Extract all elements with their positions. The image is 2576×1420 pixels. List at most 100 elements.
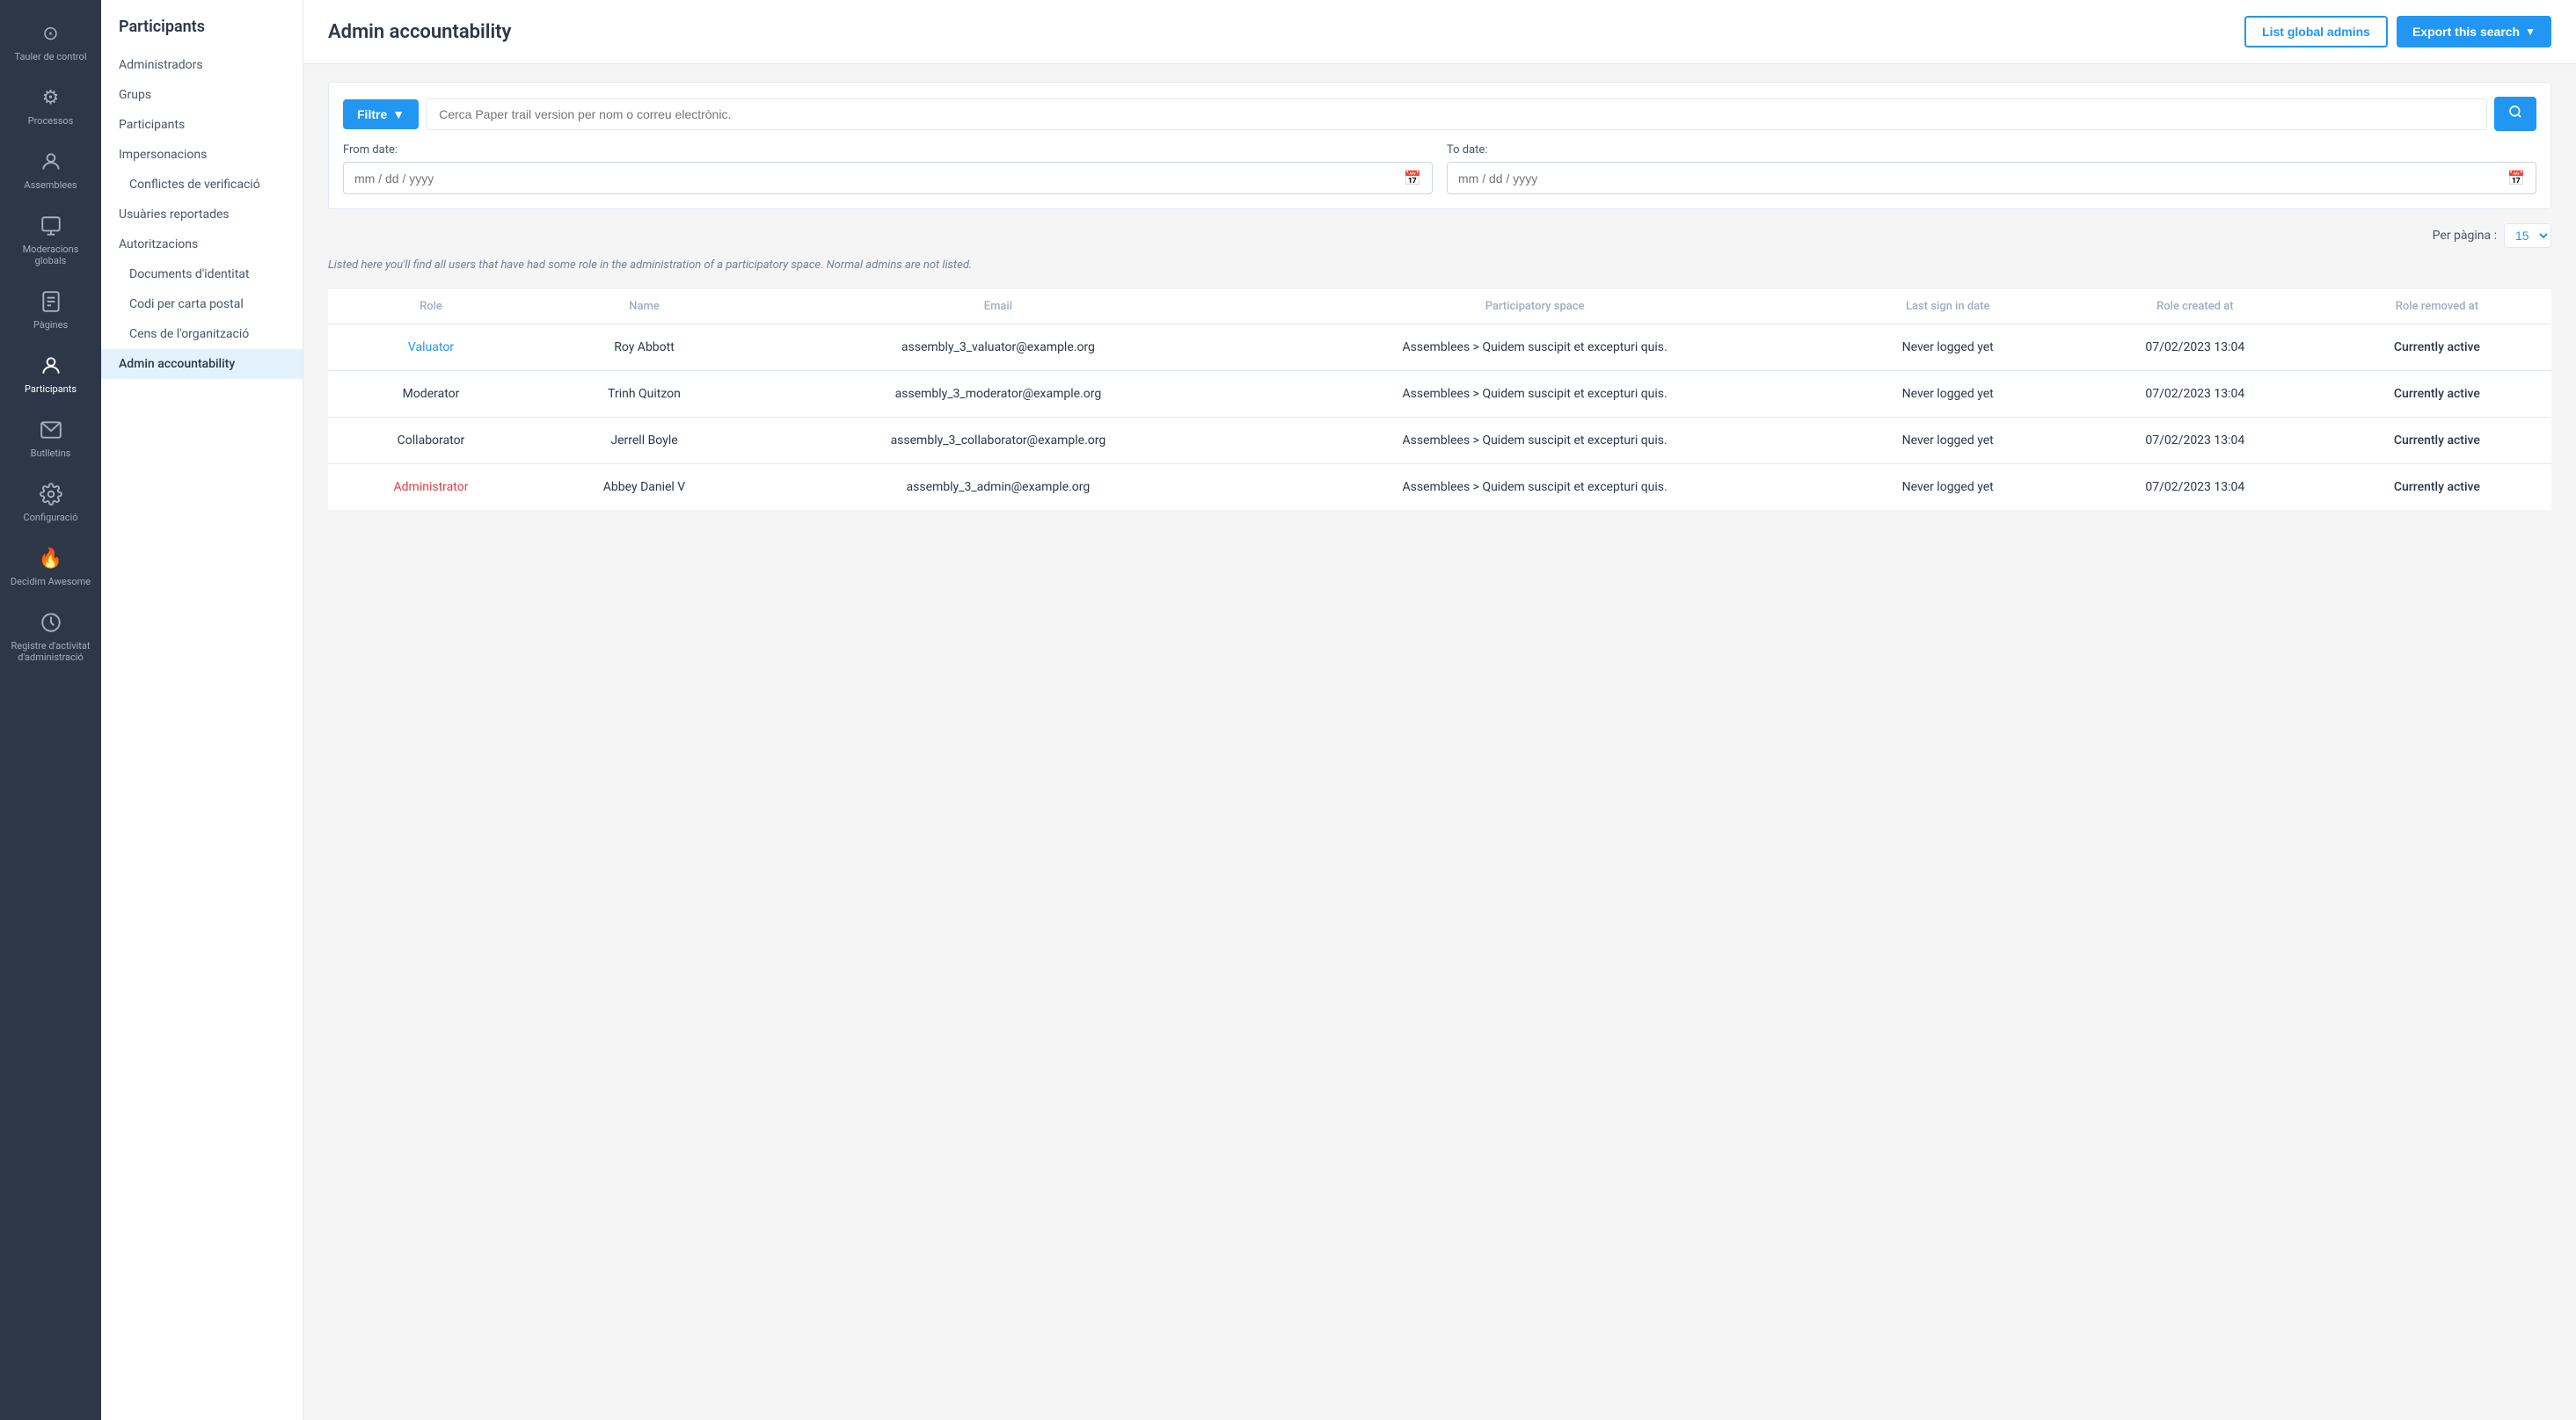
col-header-last-sign: Last sign in date [1828, 289, 2068, 324]
sidebar-item-configuracio[interactable]: Configuració [0, 470, 101, 534]
search-input[interactable] [426, 98, 2487, 130]
role-link[interactable]: Valuator [408, 340, 454, 354]
cell-last-sign-in: Never logged yet [1828, 464, 2068, 511]
cell-space: Assemblees > Quidem suscipit et exceptur… [1242, 371, 1828, 418]
nav-item-documents[interactable]: Documents d'identitat [101, 259, 303, 289]
sidebar-item-registre[interactable]: Registre d'activitat d'administració [0, 598, 101, 674]
page-title: Admin accountability [328, 21, 511, 43]
sidebar-item-decidim[interactable]: 🔥 Decidim Awesome [0, 534, 101, 598]
sidebar-item-label: Configuració [23, 512, 77, 523]
cell-role: Collaborator [328, 418, 534, 464]
sidebar-item-label: Tauler de control [14, 51, 86, 62]
col-header-role: Role [328, 289, 534, 324]
from-date-calendar-icon[interactable]: 📅 [1404, 170, 1421, 186]
cell-role-created: 07/02/2023 13:04 [2068, 464, 2323, 511]
from-date-input[interactable] [354, 171, 1404, 186]
participants-icon [37, 352, 65, 380]
cell-role-created: 07/02/2023 13:04 [2068, 418, 2323, 464]
nav-item-conflictes[interactable]: Conflictes de verificació [101, 170, 303, 200]
pagines-icon [37, 288, 65, 316]
sidebar-item-label: Assemblees [24, 179, 77, 191]
left-nav: Participants Administradors Grups Partic… [101, 0, 303, 1420]
table-row: Moderator Trinh Quitzon assembly_3_moder… [328, 371, 2551, 418]
cell-role: Administrator [328, 464, 534, 511]
sidebar-item-butlletins[interactable]: Butlletins [0, 405, 101, 470]
cell-role: Moderator [328, 371, 534, 418]
sidebar-item-label: Butlletins [31, 448, 71, 459]
to-date-input[interactable] [1458, 171, 2507, 186]
sidebar-item-label: Decidim Awesome [11, 576, 91, 587]
table-row: Collaborator Jerrell Boyle assembly_3_co… [328, 418, 2551, 464]
from-date-group: From date: 📅 [343, 143, 1433, 194]
tauler-icon: ⊙ [37, 19, 65, 47]
to-date-group: To date: 📅 [1447, 143, 2536, 194]
cell-email: assembly_3_valuator@example.org [755, 324, 1242, 371]
nav-item-cens[interactable]: Cens de l'organització [101, 319, 303, 349]
list-global-admins-button[interactable]: List global admins [2244, 16, 2388, 47]
table-row: Valuator Roy Abbott assembly_3_valuator@… [328, 324, 2551, 371]
cell-last-sign-in: Never logged yet [1828, 324, 2068, 371]
from-date-label: From date: [343, 143, 1433, 157]
sidebar-item-label: Moderacions globals [7, 244, 94, 266]
filter-row: Filtre ▼ [343, 97, 2536, 131]
nav-item-grups[interactable]: Grups [101, 80, 303, 110]
cell-role-removed: Currently active [2323, 371, 2551, 418]
cell-space: Assemblees > Quidem suscipit et exceptur… [1242, 418, 1828, 464]
sidebar-item-label: Registre d'activitat d'administració [7, 640, 94, 663]
cell-name: Roy Abbott [534, 324, 755, 371]
cell-name: Jerrell Boyle [534, 418, 755, 464]
cell-role-created: 07/02/2023 13:04 [2068, 371, 2323, 418]
moderacions-icon [37, 212, 65, 240]
date-row: From date: 📅 To date: 📅 [343, 143, 2536, 194]
nav-item-autoritzacions[interactable]: Autoritzacions [101, 229, 303, 259]
cell-role-removed: Currently active [2323, 418, 2551, 464]
cell-role-removed: Currently active [2323, 324, 2551, 371]
nav-item-admin-accountability[interactable]: Admin accountability [101, 349, 303, 379]
filter-bar: Filtre ▼ From date: 📅 [328, 82, 2551, 209]
to-date-calendar-icon[interactable]: 📅 [2507, 170, 2525, 186]
filter-chevron-icon: ▼ [392, 107, 405, 121]
role-link-red[interactable]: Administrator [394, 480, 469, 494]
table-row: Administrator Abbey Daniel V assembly_3_… [328, 464, 2551, 511]
sidebar-item-assemblees[interactable]: Assemblees [0, 137, 101, 201]
nav-item-codi[interactable]: Codi per carta postal [101, 289, 303, 319]
sidebar-item-processos[interactable]: ⚙ Processos [0, 73, 101, 137]
data-table: Role Name Email Participatory space Last… [328, 289, 2551, 510]
nav-item-administradors[interactable]: Administradors [101, 50, 303, 80]
nav-item-impersonacions[interactable]: Impersonacions [101, 140, 303, 170]
export-chevron-icon: ▼ [2525, 25, 2536, 38]
sidebar-item-participants[interactable]: Participants [0, 341, 101, 405]
sidebar-item-moderacions[interactable]: Moderacions globals [0, 201, 101, 277]
filter-button[interactable]: Filtre ▼ [343, 99, 419, 129]
nav-item-participants[interactable]: Participants [101, 110, 303, 140]
nav-item-usuaries[interactable]: Usuàries reportades [101, 200, 303, 229]
sidebar-item-tauler[interactable]: ⊙ Tauler de control [0, 9, 101, 73]
sidebar-item-label: Pàgines [33, 319, 68, 331]
per-page-label: Per pàgina : [2433, 229, 2497, 243]
to-date-label: To date: [1447, 143, 2536, 157]
col-header-name: Name [534, 289, 755, 324]
header-actions: List global admins Export this search ▼ [2244, 16, 2551, 47]
per-page-select[interactable]: 15 30 50 [2504, 223, 2551, 248]
left-nav-title: Participants [101, 18, 303, 50]
main-content: Admin accountability List global admins … [303, 0, 2576, 1420]
to-date-input-wrap: 📅 [1447, 162, 2536, 194]
sidebar-item-pagines[interactable]: Pàgines [0, 277, 101, 341]
processos-icon: ⚙ [37, 84, 65, 112]
cell-role: Valuator [328, 324, 534, 371]
cell-space: Assemblees > Quidem suscipit et exceptur… [1242, 464, 1828, 511]
sidebar-item-label: Participants [25, 383, 77, 395]
assemblees-icon [37, 148, 65, 176]
cell-role-created: 07/02/2023 13:04 [2068, 324, 2323, 371]
content-area: Filtre ▼ From date: 📅 [303, 64, 2576, 528]
search-button[interactable] [2494, 97, 2536, 131]
info-text: Listed here you'll find all users that h… [328, 259, 2551, 272]
registre-icon [37, 608, 65, 637]
cell-email: assembly_3_admin@example.org [755, 464, 1242, 511]
configuracio-icon [37, 480, 65, 508]
page-header: Admin accountability List global admins … [303, 0, 2576, 64]
export-search-button[interactable]: Export this search ▼ [2397, 16, 2551, 47]
butlletins-icon [37, 416, 65, 444]
decidim-icon: 🔥 [37, 544, 65, 572]
per-page-row: Per pàgina : 15 30 50 [328, 223, 2551, 248]
